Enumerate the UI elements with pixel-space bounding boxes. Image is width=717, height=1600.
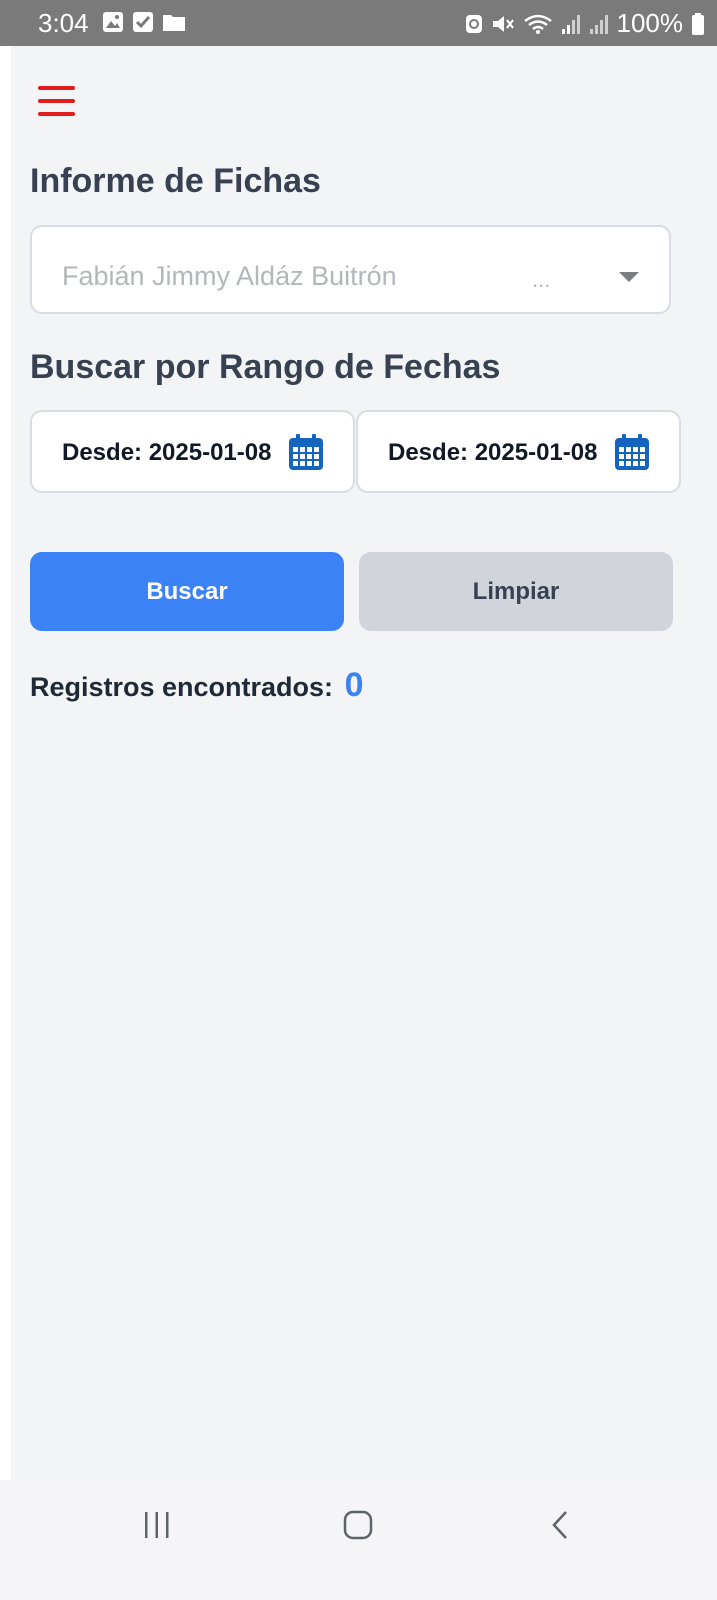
main-content: Informe de Fichas Fabián Jimmy Aldáz Bui…: [11, 46, 717, 1510]
date-from-field[interactable]: Desde: 2025-01-08: [30, 410, 355, 493]
date-from-text: Desde: 2025-01-08: [62, 439, 272, 466]
hamburger-menu-icon[interactable]: [35, 80, 79, 124]
employee-select[interactable]: Fabián Jimmy Aldáz Buitrón ...: [30, 225, 671, 314]
recent-apps-icon[interactable]: [142, 1510, 172, 1540]
app-screen: 3:04 100% Informe de Fichas Fabián Jimmy…: [0, 0, 717, 1600]
data-saver-icon: [465, 14, 482, 33]
back-icon[interactable]: [548, 1510, 572, 1540]
employee-select-value: Fabián Jimmy Aldáz Buitrón: [62, 261, 397, 291]
signal-icon: [589, 14, 608, 34]
system-status-icons: 100%: [465, 8, 706, 39]
clear-button[interactable]: Limpiar: [359, 552, 673, 631]
date-to-field[interactable]: Desde: 2025-01-08: [356, 410, 681, 493]
records-label: Registros encontrados:: [30, 672, 334, 702]
signal-icon: [561, 14, 580, 34]
records-count: 0: [344, 666, 364, 704]
wifi-icon: [523, 14, 552, 34]
notification-icons: [102, 11, 186, 33]
date-range-title: Buscar por Rango de Fechas: [30, 348, 501, 386]
image-icon: [103, 12, 123, 32]
records-found: Registros encontrados: 0: [30, 666, 364, 705]
select-ellipsis: ...: [532, 267, 551, 292]
status-time: 3:04: [38, 8, 89, 38]
chevron-down-icon: [619, 272, 639, 282]
search-button[interactable]: Buscar: [30, 552, 344, 631]
system-nav-bar: [0, 1480, 717, 1600]
mute-icon: [492, 15, 514, 32]
checkbox-icon: [133, 12, 153, 32]
page-title: Informe de Fichas: [30, 162, 321, 200]
date-to-text: Desde: 2025-01-08: [388, 439, 598, 466]
battery-percentage: 100%: [616, 8, 684, 38]
calendar-icon: [289, 434, 323, 470]
folder-icon: [163, 15, 185, 31]
battery-icon: [692, 12, 704, 35]
calendar-icon: [615, 434, 649, 470]
home-icon[interactable]: [343, 1510, 373, 1540]
status-bar: 3:04 100%: [0, 0, 717, 46]
